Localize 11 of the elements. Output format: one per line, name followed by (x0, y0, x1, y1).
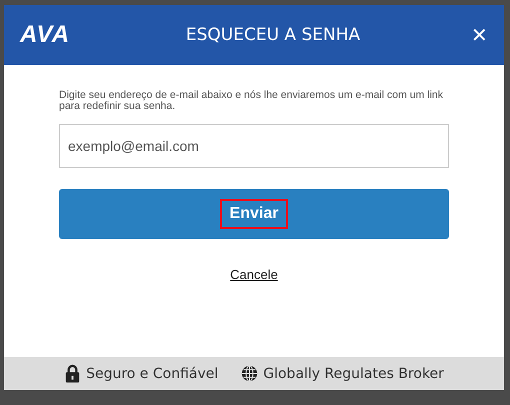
submit-button[interactable]: Enviar (59, 189, 449, 239)
footer-label: Seguro e Confiável (86, 366, 218, 382)
lock-icon (64, 364, 82, 383)
cancel-link[interactable]: Cancele (230, 267, 278, 282)
dialog-title: ESQUECEU A SENHA (184, 25, 362, 45)
footer-label: Globally Regulates Broker (263, 366, 444, 382)
globe-icon (241, 364, 258, 383)
email-field[interactable]: exemplo@email.com (59, 124, 449, 168)
close-button[interactable]: ✕ (448, 22, 488, 48)
logo: AVA (20, 21, 72, 49)
instructions-text: Digite seu endereço de e-mail abaixo e nós lhe enviaremos um e-mail com um link para redefinir sua senha. (59, 90, 444, 112)
